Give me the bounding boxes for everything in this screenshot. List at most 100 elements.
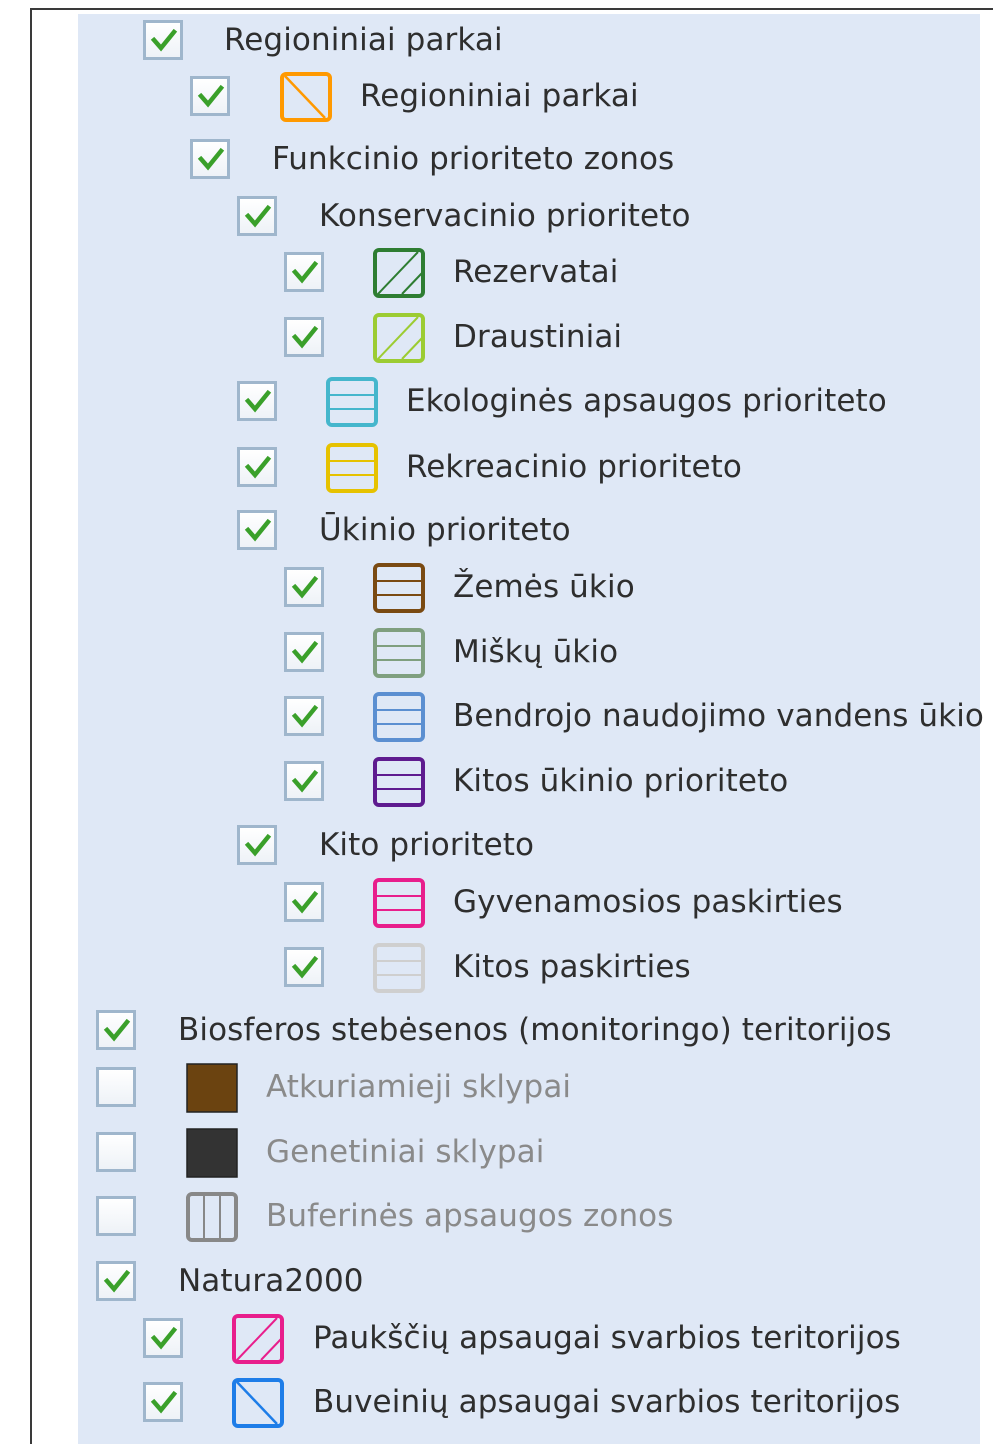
legend-symbol-icon bbox=[186, 1128, 238, 1178]
layer-checkbox[interactable] bbox=[284, 252, 324, 292]
layer-label[interactable]: Regioniniai parkai bbox=[224, 20, 503, 60]
layer-label[interactable]: Funkcinio prioriteto zonos bbox=[272, 139, 674, 179]
layer-label: Gyvenamosios paskirties bbox=[453, 884, 843, 920]
check-mark-icon bbox=[244, 518, 272, 542]
check-mark-icon bbox=[291, 704, 319, 728]
layer-checkbox[interactable] bbox=[284, 882, 324, 922]
check-mark-icon bbox=[244, 204, 272, 228]
reserves-swatch-icon bbox=[372, 247, 426, 299]
check-mark-icon bbox=[244, 455, 272, 479]
restoration-plots-swatch-icon bbox=[185, 1062, 239, 1114]
layer-checkbox[interactable] bbox=[237, 510, 277, 550]
water-swatch-icon bbox=[372, 691, 426, 743]
legend-symbol-icon bbox=[186, 1192, 238, 1242]
layer-checkbox[interactable] bbox=[190, 76, 230, 116]
check-mark-icon bbox=[197, 147, 225, 171]
layer-checkbox[interactable] bbox=[96, 1132, 136, 1172]
check-mark-icon bbox=[291, 769, 319, 793]
check-mark-icon bbox=[150, 1390, 178, 1414]
check-mark-icon bbox=[103, 1018, 131, 1042]
check-mark-icon bbox=[150, 1390, 178, 1414]
legend-symbol-icon bbox=[373, 943, 425, 993]
check-mark-icon bbox=[244, 833, 272, 857]
layer-label: Buveinių apsaugai svarbios teritorijos bbox=[313, 1384, 901, 1420]
check-mark-icon bbox=[244, 518, 272, 542]
residential-swatch-icon bbox=[372, 877, 426, 929]
bird-areas-swatch-icon bbox=[231, 1313, 285, 1365]
check-mark-icon bbox=[291, 955, 319, 979]
forestry-swatch-icon bbox=[372, 627, 426, 679]
legend-symbol-icon bbox=[373, 757, 425, 807]
legend-symbol-icon bbox=[373, 563, 425, 613]
layer-label: Draustiniai bbox=[453, 319, 623, 355]
check-mark-icon bbox=[197, 147, 225, 171]
layer-checkbox[interactable] bbox=[284, 947, 324, 987]
layer-checkbox[interactable] bbox=[237, 196, 277, 236]
check-mark-icon bbox=[244, 389, 272, 413]
check-mark-icon bbox=[197, 84, 225, 108]
regional-park-swatch-icon bbox=[279, 71, 333, 123]
layer-label: Regioniniai parkai bbox=[360, 78, 639, 114]
other-purpose-swatch-icon bbox=[372, 942, 426, 994]
legend-symbol-icon bbox=[232, 1378, 284, 1428]
layer-label[interactable]: Konservacinio prioriteto bbox=[319, 196, 691, 236]
legend-symbol-icon bbox=[373, 628, 425, 678]
layer-label: Rezervatai bbox=[453, 254, 619, 290]
check-mark-icon bbox=[103, 1269, 131, 1293]
sanctuaries-swatch-icon bbox=[372, 312, 426, 364]
layer-label: Kitos ūkinio prioriteto bbox=[453, 763, 789, 799]
agriculture-swatch-icon bbox=[372, 562, 426, 614]
legend-symbol-icon bbox=[373, 313, 425, 363]
layer-checkbox[interactable] bbox=[284, 317, 324, 357]
layer-label[interactable]: Biosferos stebėsenos (monitoringo) terit… bbox=[178, 1010, 892, 1050]
check-mark-icon bbox=[291, 640, 319, 664]
layer-checkbox[interactable] bbox=[96, 1196, 136, 1236]
layer-label: Atkuriamieji sklypai bbox=[266, 1069, 572, 1105]
check-mark-icon bbox=[103, 1269, 131, 1293]
other-economic-swatch-icon bbox=[372, 756, 426, 808]
check-mark-icon bbox=[150, 28, 178, 52]
habitat-areas-swatch-icon bbox=[231, 1377, 285, 1429]
check-mark-icon bbox=[291, 640, 319, 664]
check-mark-icon bbox=[291, 704, 319, 728]
layer-checkbox[interactable] bbox=[143, 20, 183, 60]
check-mark-icon bbox=[150, 1326, 178, 1350]
layer-checkbox[interactable] bbox=[284, 632, 324, 672]
legend-symbol-icon bbox=[326, 443, 378, 493]
layer-checkbox[interactable] bbox=[96, 1067, 136, 1107]
layer-label: Kitos paskirties bbox=[453, 949, 691, 985]
legend-symbol-icon bbox=[373, 248, 425, 298]
layer-label[interactable]: Kito prioriteto bbox=[319, 825, 534, 865]
layer-checkbox[interactable] bbox=[284, 761, 324, 801]
layer-checkbox[interactable] bbox=[96, 1261, 136, 1301]
check-mark-icon bbox=[244, 389, 272, 413]
check-mark-icon bbox=[291, 325, 319, 349]
layer-checkbox[interactable] bbox=[237, 381, 277, 421]
check-mark-icon bbox=[291, 955, 319, 979]
check-mark-icon bbox=[244, 833, 272, 857]
layer-checkbox[interactable] bbox=[143, 1318, 183, 1358]
layer-label[interactable]: Ūkinio prioriteto bbox=[319, 510, 571, 550]
buffer-zones-swatch-icon bbox=[185, 1191, 239, 1243]
layer-label: Žemės ūkio bbox=[453, 569, 635, 605]
layer-checkbox[interactable] bbox=[237, 447, 277, 487]
layer-label: Bendrojo naudojimo vandens ūkio bbox=[453, 698, 984, 734]
ecological-swatch-icon bbox=[325, 376, 379, 428]
genetic-plots-swatch-icon bbox=[185, 1127, 239, 1179]
check-mark-icon bbox=[244, 204, 272, 228]
layer-checkbox[interactable] bbox=[237, 825, 277, 865]
layer-checkbox[interactable] bbox=[190, 139, 230, 179]
check-mark-icon bbox=[291, 575, 319, 599]
layer-checkbox[interactable] bbox=[284, 696, 324, 736]
layer-label[interactable]: Natura2000 bbox=[178, 1261, 364, 1301]
layer-checkbox[interactable] bbox=[143, 1382, 183, 1422]
layer-checkbox[interactable] bbox=[96, 1010, 136, 1050]
recreation-swatch-icon bbox=[325, 442, 379, 494]
layer-label: Rekreacinio prioriteto bbox=[406, 449, 742, 485]
layer-checkbox[interactable] bbox=[284, 567, 324, 607]
legend-symbol-icon bbox=[373, 692, 425, 742]
layer-label: Ekologinės apsaugos prioriteto bbox=[406, 383, 887, 419]
layer-label: Paukščių apsaugai svarbios teritorijos bbox=[313, 1320, 901, 1356]
legend-symbol-icon bbox=[280, 72, 332, 122]
check-mark-icon bbox=[291, 325, 319, 349]
